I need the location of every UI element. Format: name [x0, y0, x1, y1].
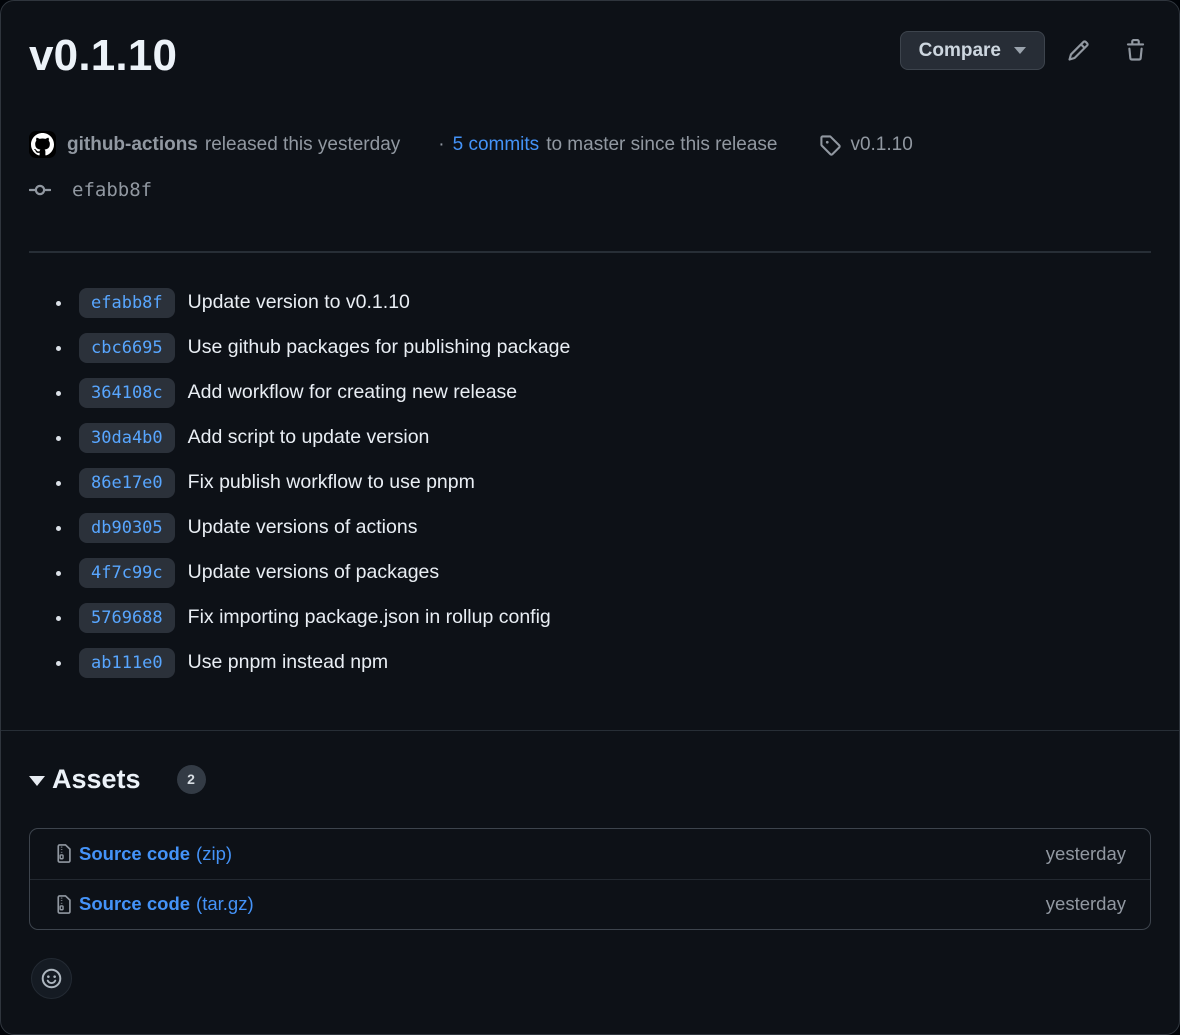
commit-message: Fix publish workflow to use pnpm	[188, 471, 475, 494]
author-avatar[interactable]	[29, 131, 56, 158]
pencil-icon	[1067, 39, 1090, 62]
commit-message: Add script to update version	[188, 426, 430, 449]
released-text: released this yesterday	[205, 134, 400, 156]
commit-message: Update versions of packages	[188, 561, 439, 584]
commit-list: efabb8f Update version to v0.1.10 cbc669…	[29, 288, 1151, 678]
asset-date: yesterday	[1046, 893, 1126, 915]
commit-item: ab111e0 Use pnpm instead npm	[29, 648, 1151, 678]
commit-item: 4f7c99c Update versions of packages	[29, 558, 1151, 588]
commit-message: Use pnpm instead npm	[188, 651, 389, 674]
asset-name: Source code	[79, 893, 190, 915]
commit-item: efabb8f Update version to v0.1.10	[29, 288, 1151, 318]
commit-hash-link[interactable]: 364108c	[79, 378, 175, 408]
smiley-icon	[41, 968, 62, 989]
edit-release-button[interactable]	[1063, 35, 1094, 66]
commit-hash-link[interactable]: cbc6695	[79, 333, 175, 363]
commit-message: Fix importing package.json in rollup con…	[188, 606, 551, 629]
add-reaction-button[interactable]	[31, 958, 72, 999]
github-octocat-icon	[31, 133, 54, 156]
asset-row: Source code (tar.gz) yesterday	[30, 879, 1150, 929]
trash-icon	[1124, 39, 1147, 62]
assets-heading: Assets	[52, 764, 141, 795]
commit-hash-link[interactable]: 86e17e0	[79, 468, 175, 498]
asset-link[interactable]: Source code (zip)	[79, 843, 232, 865]
commit-hash-link[interactable]: db90305	[79, 513, 175, 543]
commits-link[interactable]: 5 commits	[453, 134, 540, 156]
commit-message: Add workflow for creating new release	[188, 381, 518, 404]
commit-message: Update versions of actions	[188, 516, 418, 539]
compare-button[interactable]: Compare	[900, 31, 1045, 70]
release-meta: github-actions released this yesterday ·…	[29, 130, 1151, 160]
asset-link[interactable]: Source code (tar.gz)	[79, 893, 254, 915]
assets-section: Assets 2 Source code (zip)	[1, 764, 1179, 999]
commit-item: 86e17e0 Fix publish workflow to use pnpm	[29, 468, 1151, 498]
commit-item: cbc6695 Use github packages for publishi…	[29, 333, 1151, 363]
git-commit-icon	[29, 179, 51, 201]
commit-hash-link[interactable]: ab111e0	[79, 648, 175, 678]
asset-box: Source code (zip) yesterday Sour	[29, 828, 1151, 930]
commit-hash-link[interactable]: 4f7c99c	[79, 558, 175, 588]
commits-suffix: to master since this release	[546, 134, 777, 156]
dot-separator: ·	[438, 134, 444, 156]
commit-message: Update version to v0.1.10	[188, 291, 410, 314]
tag-group: v0.1.10	[819, 134, 912, 156]
asset-format: (tar.gz)	[196, 893, 254, 915]
assets-count-badge: 2	[177, 765, 206, 794]
commit-hash-link[interactable]: 5769688	[79, 603, 175, 633]
file-zip-icon	[54, 844, 73, 863]
asset-date: yesterday	[1046, 843, 1126, 865]
target-commit-sha: efabb8f	[72, 179, 152, 201]
assets-toggle[interactable]: Assets 2	[29, 764, 1151, 795]
triangle-down-icon	[29, 776, 45, 786]
commit-item: db90305 Update versions of actions	[29, 513, 1151, 543]
file-zip-icon	[54, 895, 73, 914]
release-header: v0.1.10 Compare g	[1, 1, 1179, 253]
header-actions: Compare	[900, 31, 1151, 70]
tag-icon	[819, 134, 841, 156]
author-link[interactable]: github-actions	[67, 134, 198, 156]
asset-row: Source code (zip) yesterday	[30, 829, 1150, 879]
commit-message: Use github packages for publishing packa…	[188, 336, 571, 359]
compare-button-label: Compare	[919, 40, 1001, 62]
commit-hash-link[interactable]: 30da4b0	[79, 423, 175, 453]
tag-name: v0.1.10	[850, 134, 912, 156]
asset-format: (zip)	[196, 843, 232, 865]
commit-item: 5769688 Fix importing package.json in ro…	[29, 603, 1151, 633]
asset-name: Source code	[79, 843, 190, 865]
release-card: v0.1.10 Compare g	[0, 0, 1180, 1035]
assets-section-divider	[1, 730, 1179, 731]
header-divider	[29, 251, 1151, 253]
commit-hash-link[interactable]: efabb8f	[79, 288, 175, 318]
delete-release-button[interactable]	[1120, 35, 1151, 66]
target-commit-row: efabb8f	[29, 179, 1151, 201]
commit-item: 30da4b0 Add script to update version	[29, 423, 1151, 453]
commit-item: 364108c Add workflow for creating new re…	[29, 378, 1151, 408]
chevron-down-icon	[1014, 47, 1026, 54]
